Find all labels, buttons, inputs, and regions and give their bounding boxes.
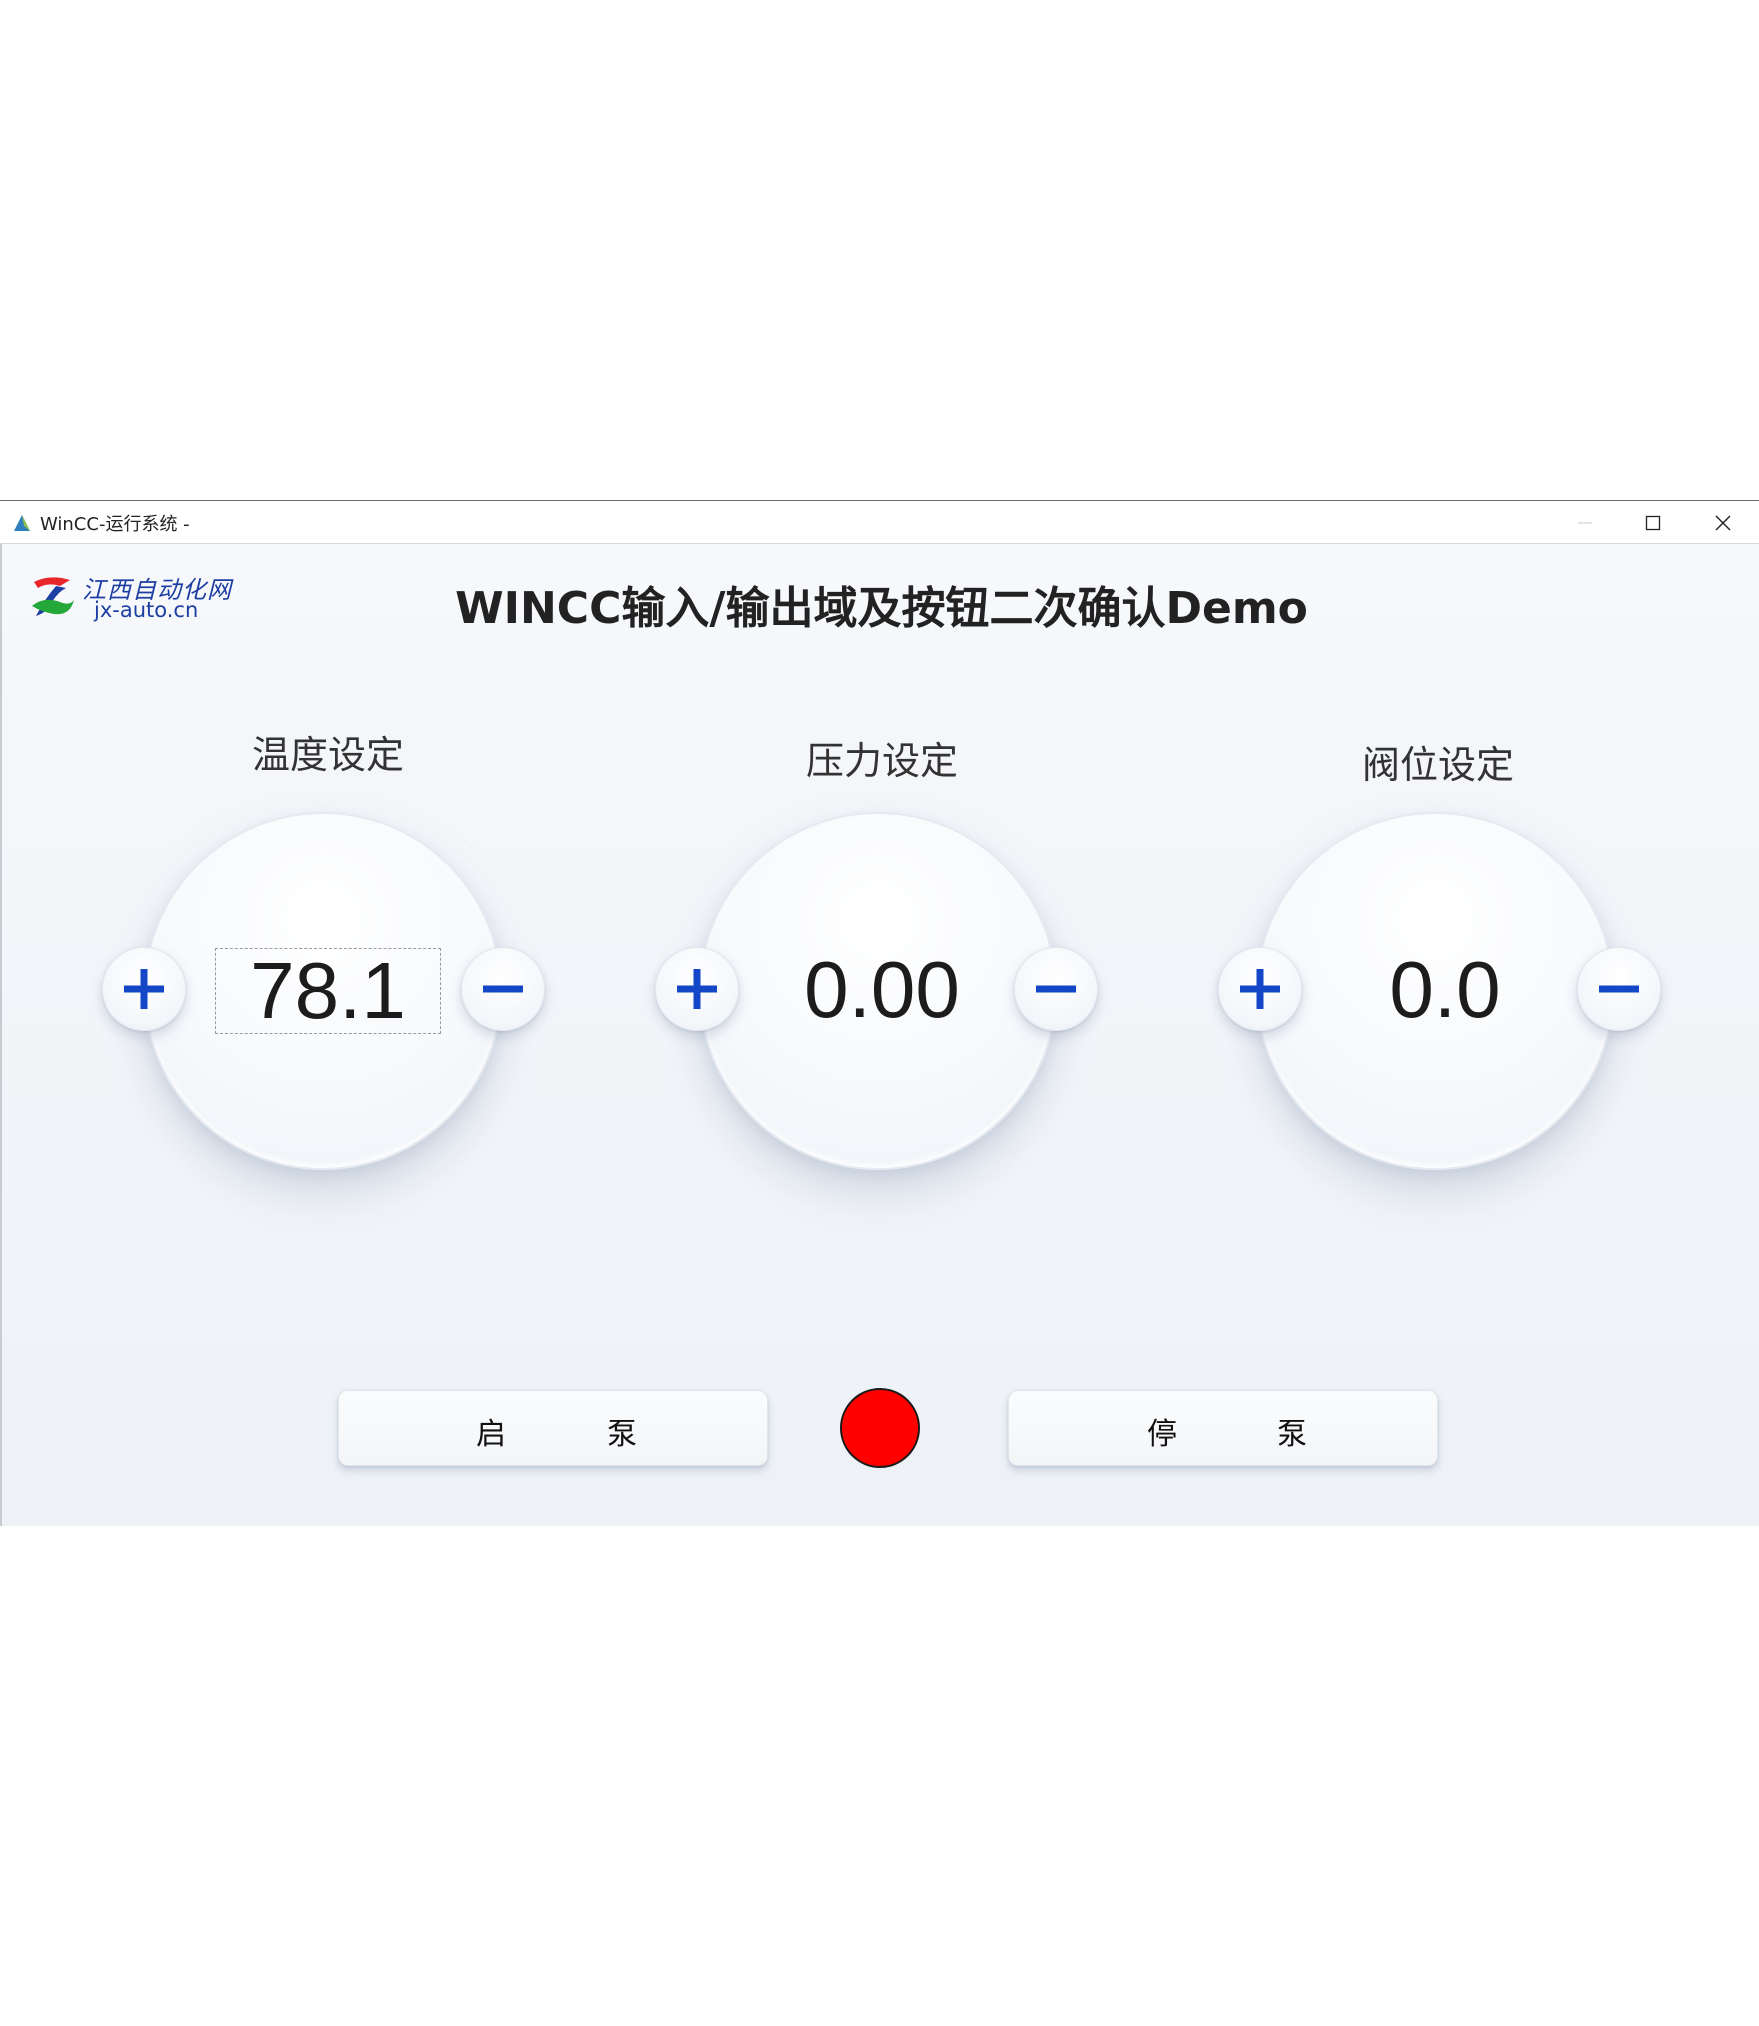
start-pump-label-char1: 启 [476,1417,506,1452]
pressure-output-field[interactable]: 0.00 [769,948,995,1034]
title-bar[interactable]: WinCC-运行系统 - [0,500,1759,544]
close-button[interactable] [1687,501,1759,545]
maximize-icon [1645,515,1661,531]
valve-setting-label: 阀位设定 [1361,743,1514,787]
wincc-runtime-window: WinCC-运行系统 - 江西自动化网 jx-auto.cn WINCC输入/输… [0,500,1759,1526]
minus-icon [483,985,523,993]
plus-icon [677,969,717,1009]
wincc-app-icon [14,515,30,531]
temperature-decrease-button[interactable] [461,947,545,1031]
temperature-input-field[interactable]: 78.1 [215,948,441,1034]
start-pump-button[interactable]: 启 泵 [338,1390,768,1466]
pressure-increase-button[interactable] [655,947,739,1031]
minimize-button[interactable] [1549,501,1621,545]
minus-icon [1036,985,1076,993]
close-icon [1715,515,1731,531]
plus-icon [1240,969,1280,1009]
valve-increase-button[interactable] [1218,947,1302,1031]
hmi-screen: 江西自动化网 jx-auto.cn WINCC输入/输出域及按钮二次确认Demo… [0,544,1759,1526]
plus-icon [124,969,164,1009]
start-pump-label-char2: 泵 [607,1417,637,1452]
stop-pump-button[interactable]: 停 泵 [1008,1390,1438,1466]
temperature-setting-label: 温度设定 [251,733,404,777]
window-title: WinCC-运行系统 - [40,514,190,535]
valve-decrease-button[interactable] [1577,947,1661,1031]
stop-pump-label-char1: 停 [1147,1417,1177,1452]
pressure-setting-label: 压力设定 [805,739,958,783]
page-title: WINCC输入/输出域及按钮二次确认Demo [455,583,1308,634]
temperature-increase-button[interactable] [102,947,186,1031]
minus-icon [1599,985,1639,993]
stop-pump-label-char2: 泵 [1277,1417,1307,1452]
minimize-icon [1578,522,1592,524]
valve-output-field[interactable]: 0.0 [1332,948,1558,1034]
pressure-decrease-button[interactable] [1014,947,1098,1031]
maximize-button[interactable] [1617,501,1689,545]
pump-status-indicator [840,1388,920,1468]
